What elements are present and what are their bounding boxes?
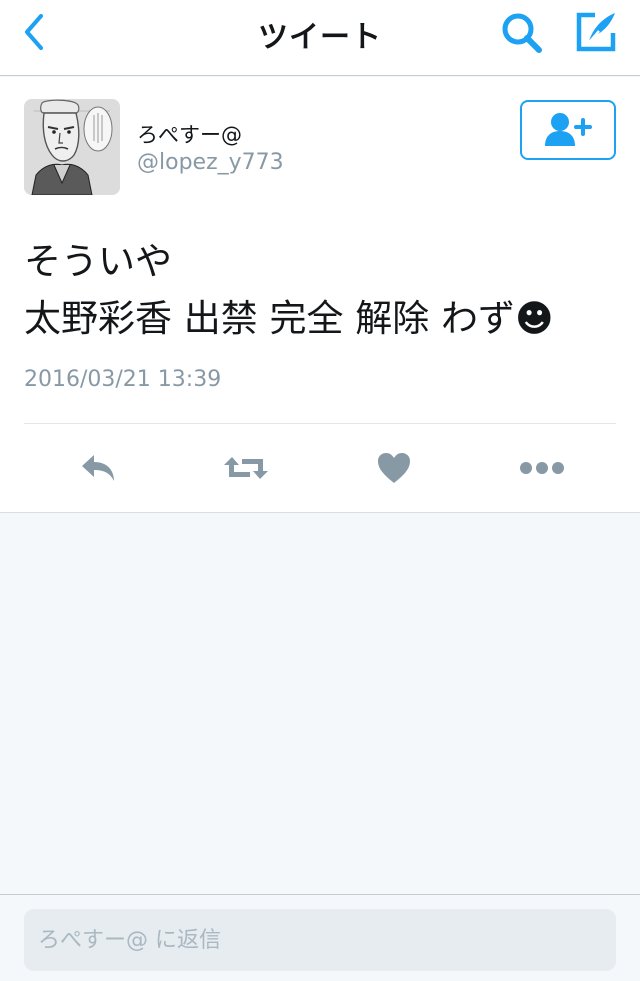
more-icon: [520, 462, 564, 474]
tweet-detail: ろぺすー@ @lopez_y773 そういや 太野彩香 出禁 完全 解除 わず☻…: [0, 77, 640, 513]
compose-icon: [576, 12, 616, 52]
tweet-text: そういや 太野彩香 出禁 完全 解除 わず☻: [24, 240, 554, 340]
avatar-image: [24, 99, 120, 195]
reply-input[interactable]: [24, 909, 616, 971]
tweet-actions: [0, 424, 640, 512]
avatar[interactable]: [24, 99, 120, 195]
like-button[interactable]: [370, 444, 418, 492]
follow-button[interactable]: [520, 100, 616, 160]
display-name[interactable]: ろぺすー@: [137, 119, 242, 149]
reply-button[interactable]: [74, 444, 122, 492]
user-handle[interactable]: @lopez_y773: [137, 150, 284, 175]
tweet-timestamp: 2016/03/21 13:39: [24, 367, 222, 392]
reply-bar: [0, 894, 640, 981]
retweet-button[interactable]: [222, 444, 270, 492]
search-icon: [502, 13, 542, 53]
like-icon: [378, 453, 410, 483]
reply-icon: [82, 455, 114, 481]
add-user-icon: [545, 113, 592, 146]
search-button[interactable]: [498, 10, 546, 56]
navigation-bar: ツイート: [0, 0, 640, 76]
compose-button[interactable]: [572, 8, 620, 56]
retweet-icon: [224, 457, 268, 479]
more-button[interactable]: [518, 444, 566, 492]
